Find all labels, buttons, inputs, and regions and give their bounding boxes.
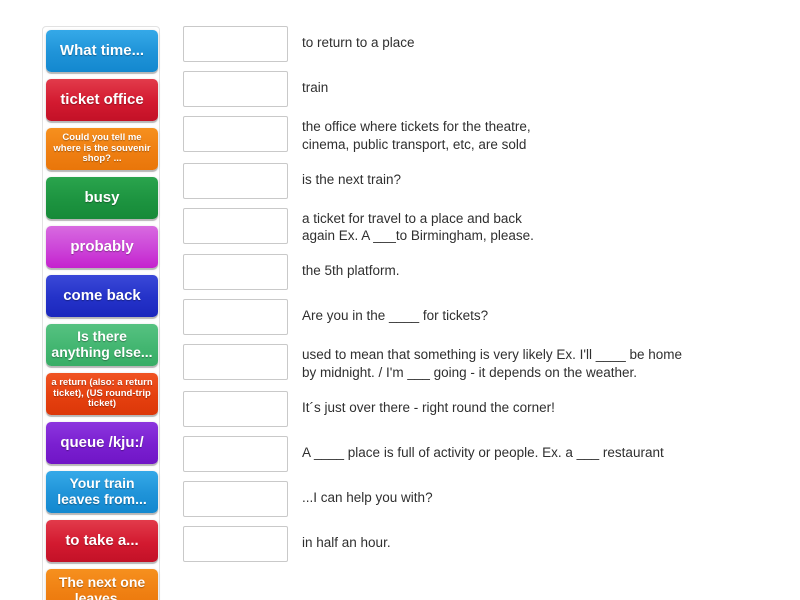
word-tile[interactable]: Your train leaves from... (46, 471, 158, 513)
word-tile-label: The next one leaves... (58, 574, 146, 600)
matchup-board: What time... ticket office Could you tell … (0, 0, 800, 600)
word-tile-label: a return (also: a return ticket), (US ro… (51, 377, 153, 410)
draggable-tiles-panel: What time... ticket office Could you tell … (42, 26, 160, 600)
definition-text: the office where tickets for the theatre… (302, 119, 531, 152)
answer-rows-list: to return to a place train the office wher… (183, 26, 783, 571)
definition-text: used to mean that something is very like… (302, 347, 683, 381)
answer-dropzone[interactable] (183, 71, 288, 107)
definition-text: ...I can help you with? (302, 489, 433, 505)
answer-dropzone[interactable] (183, 254, 288, 291)
word-tile[interactable]: The next one leaves... (46, 569, 158, 600)
word-tile[interactable]: What time... (46, 30, 158, 72)
word-tile[interactable]: a return (also: a return ticket), (US ro… (46, 373, 158, 415)
word-tile-label: queue /kju:/ (60, 433, 144, 451)
word-tile[interactable]: busy (46, 177, 158, 219)
answer-row: A ____ place is full of activity or peop… (183, 435, 783, 472)
word-tile[interactable]: probably (46, 226, 158, 268)
word-tile[interactable]: Is there anything else... (46, 324, 158, 366)
answer-row: a ticket for travel to a place and back … (183, 207, 783, 246)
answer-row: train (183, 71, 783, 107)
answer-row: Are you in the ____ for tickets? (183, 299, 783, 336)
word-tile-label: What time... (59, 41, 145, 59)
word-tile[interactable]: queue /kju:/ (46, 422, 158, 464)
definition-text: A ____ place is full of activity or peop… (302, 444, 664, 460)
answer-row: used to mean that something is very like… (183, 344, 783, 382)
definition-text: in half an hour. (302, 534, 391, 550)
definition-text: the 5th platform. (302, 263, 400, 279)
answer-dropzone[interactable] (183, 299, 288, 336)
word-tile-label: Is there anything else... (51, 328, 153, 360)
definition-text: is the next train? (302, 171, 402, 187)
definition-text: to return to a place (302, 35, 415, 50)
answer-row: to return to a place (183, 26, 783, 62)
word-tile-label: Your train leaves from... (57, 475, 147, 507)
answer-dropzone[interactable] (183, 390, 288, 427)
answer-dropzone[interactable] (183, 344, 288, 381)
answer-row: the office where tickets for the theatre… (183, 116, 783, 154)
word-tile-label: to take a... (65, 531, 139, 549)
word-tile[interactable]: ticket office (46, 79, 158, 121)
answer-row: ...I can help you with? (183, 480, 783, 517)
word-tile-label: ticket office (60, 90, 144, 108)
word-tile-label: come back (63, 286, 141, 304)
answer-row: in half an hour. (183, 525, 783, 562)
answer-dropzone[interactable] (183, 26, 288, 62)
word-tile[interactable]: come back (46, 275, 158, 317)
answer-row: It´s just over there - right round the c… (183, 390, 783, 427)
definition-text: a ticket for travel to a place and back … (302, 210, 534, 244)
answer-dropzone[interactable] (183, 435, 288, 472)
definition-text: Are you in the ____ for tickets? (302, 308, 489, 324)
answer-dropzone[interactable] (183, 480, 288, 517)
definition-text: train (302, 80, 329, 95)
definition-text: It´s just over there - right round the c… (302, 399, 555, 415)
answer-row: is the next train? (183, 162, 783, 199)
word-tile-label: busy (84, 188, 120, 206)
answer-row: the 5th platform. (183, 254, 783, 291)
answer-dropzone[interactable] (183, 207, 288, 244)
answer-dropzone[interactable] (183, 162, 288, 199)
answer-dropzone[interactable] (183, 525, 288, 562)
word-tile[interactable]: Could you tell me where is the souvenir … (46, 128, 158, 170)
word-tile[interactable]: to take a... (46, 520, 158, 562)
answer-dropzone[interactable] (183, 116, 288, 152)
word-tile-label: Could you tell me where is the souvenir … (53, 132, 151, 165)
word-tile-label: probably (70, 237, 134, 255)
